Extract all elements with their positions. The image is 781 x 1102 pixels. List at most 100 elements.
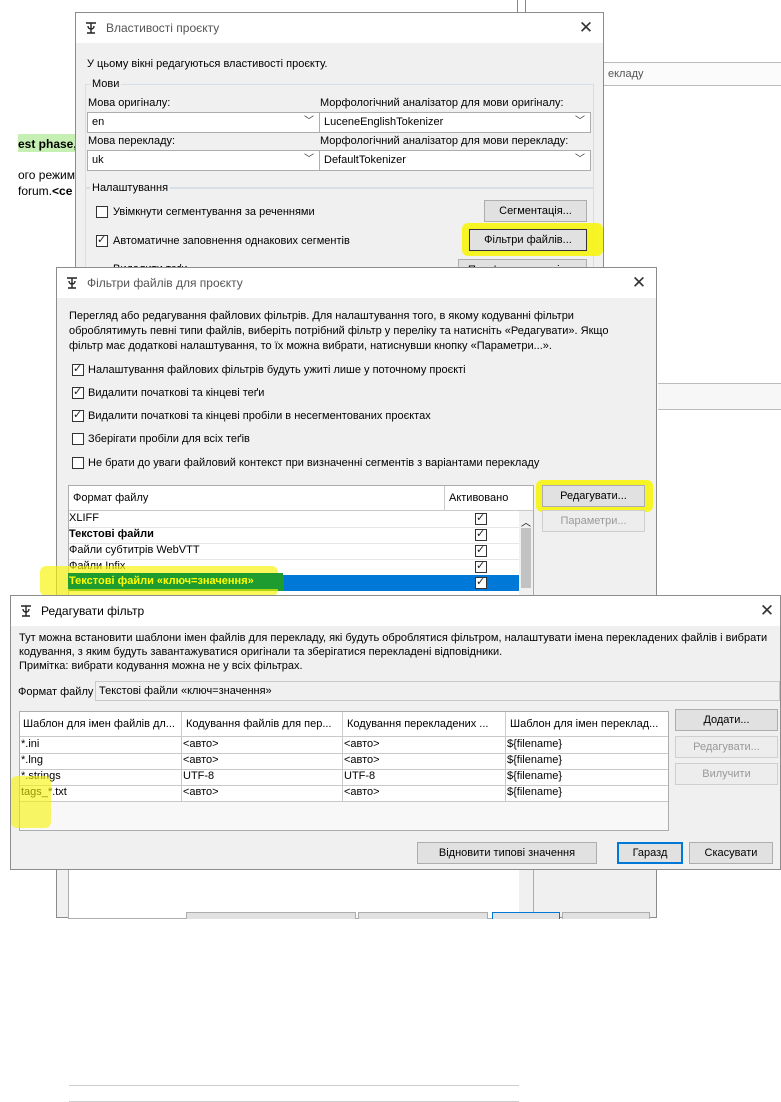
table-row[interactable]: Текстові файли bbox=[69, 527, 519, 544]
option-checkbox-1[interactable] bbox=[72, 385, 84, 399]
edit-pattern-button[interactable]: Редагувати... bbox=[675, 736, 778, 758]
table-body: *.ini <авто> <авто> ${filename} *.lng <а… bbox=[20, 737, 668, 802]
bg-text-1: est phase, bbox=[18, 137, 77, 151]
column-divider bbox=[181, 712, 182, 737]
row-enabled-checkbox[interactable] bbox=[475, 575, 487, 589]
scroll-up-icon[interactable]: ︿ bbox=[521, 514, 531, 529]
source-tokenizer-label: Морфологічний аналізатор для мови оригін… bbox=[320, 97, 564, 109]
dialog-title: Редагувати фільтр bbox=[41, 604, 145, 618]
table-row[interactable]: *.strings UTF-8 UTF-8 ${filename} bbox=[20, 769, 668, 786]
column-divider bbox=[444, 486, 445, 511]
column-header-1[interactable]: Кодування файлів для пер... bbox=[186, 712, 343, 736]
dialog-title: Фільтри файлів для проєкту bbox=[87, 276, 243, 290]
sentence-seg-checkbox[interactable] bbox=[96, 206, 108, 218]
file-filters-button[interactable]: Фільтри файлів... bbox=[469, 229, 587, 251]
cell: ${filename} bbox=[507, 786, 563, 798]
description-line-3: фільтр має додаткові налаштування, то їх… bbox=[69, 340, 552, 352]
auto-fill-checkbox[interactable] bbox=[96, 233, 108, 247]
chevron-down-icon: ﹀ bbox=[304, 116, 314, 127]
table-row[interactable]: Файли субтитрів WebVTT bbox=[69, 543, 519, 560]
table-row[interactable]: XLIFF bbox=[69, 511, 519, 528]
format-value: Текстові файли «ключ=значення» bbox=[99, 685, 272, 697]
row-enabled-checkbox[interactable] bbox=[475, 511, 487, 525]
target-lang-select[interactable]: uk ﹀ bbox=[87, 150, 320, 171]
sentence-seg-label: Увімкнути сегментування за реченнями bbox=[113, 206, 315, 218]
add-button[interactable]: Додати... bbox=[675, 709, 778, 731]
patterns-table: Шаблон для імен файлів дл... Кодування ф… bbox=[19, 711, 669, 831]
option-checkbox-3[interactable] bbox=[72, 433, 84, 445]
chevron-down-icon: ﹀ bbox=[575, 154, 585, 165]
row-enabled-checkbox[interactable] bbox=[475, 559, 487, 573]
auto-fill-label: Автоматичне заповнення однакових сегмент… bbox=[113, 235, 350, 247]
scroll-thumb[interactable] bbox=[521, 528, 531, 588]
description-line-1: Перегляд або редагування файлових фільтр… bbox=[69, 310, 574, 322]
description-line-2: оброблятимуть певні типи файлів, виберіт… bbox=[69, 325, 609, 337]
column-divider bbox=[181, 737, 182, 801]
table-row[interactable]: tags_*.txt <авто> <авто> ${filename} bbox=[20, 785, 668, 802]
format-field: Текстові файли «ключ=значення» bbox=[95, 681, 780, 701]
row-name: Текстові файли bbox=[69, 528, 154, 540]
delete-button[interactable]: Вилучити bbox=[675, 763, 778, 785]
format-label: Формат файлу bbox=[18, 686, 94, 698]
option-label-3: Зберігати пробіли для всіх теґів bbox=[88, 433, 250, 445]
option-checkbox-2[interactable] bbox=[72, 408, 84, 422]
description-line-2: кодування, з яким будуть завантажуватися… bbox=[19, 646, 503, 658]
table-row[interactable]: *.ini <авто> <авто> ${filename} bbox=[20, 737, 668, 754]
column-divider bbox=[342, 737, 343, 801]
source-lang-label: Мова оригіналу: bbox=[88, 97, 171, 109]
option-checkbox-0[interactable] bbox=[72, 362, 84, 376]
column-divider bbox=[505, 737, 506, 801]
table-header: Формат файлу Активовано bbox=[69, 486, 533, 511]
cancel-button[interactable]: Скасувати bbox=[689, 842, 773, 864]
cell: <авто> bbox=[344, 738, 380, 750]
cell: ${filename} bbox=[507, 754, 563, 766]
settings-group-label: Налаштування bbox=[90, 182, 171, 194]
segmentation-button[interactable]: Сегментація... bbox=[484, 200, 587, 222]
source-lang-select[interactable]: en ﹀ bbox=[87, 112, 320, 133]
row-enabled-checkbox[interactable] bbox=[475, 543, 487, 557]
edit-button[interactable]: Редагувати... bbox=[542, 485, 645, 507]
cell: <авто> bbox=[344, 754, 380, 766]
bg-panel-right-lower bbox=[658, 383, 781, 410]
column-header-0[interactable]: Шаблон для імен файлів дл... bbox=[23, 712, 180, 736]
dialog-description: У цьому вікні редагуються властивості пр… bbox=[87, 58, 328, 70]
bg-right-label: екладу bbox=[608, 68, 644, 80]
source-tokenizer-select[interactable]: LuceneEnglishTokenizer ﹀ bbox=[319, 112, 591, 133]
target-tokenizer-select[interactable]: DefaultTokenizer ﹀ bbox=[319, 150, 591, 171]
selected-row-text: Текстові файли «ключ=значення» bbox=[69, 575, 254, 587]
column-header-3[interactable]: Шаблон для імен переклад... bbox=[510, 712, 667, 736]
option-label-0: Налаштування файлових фільтрів будуть уж… bbox=[88, 364, 466, 376]
target-lang-label: Мова перекладу: bbox=[88, 135, 176, 147]
cell: UTF-8 bbox=[344, 770, 376, 782]
cell: ${filename} bbox=[507, 770, 563, 782]
languages-group-label: Мови bbox=[90, 78, 122, 90]
title-bar: Властивості проєкту ✕ bbox=[76, 13, 603, 43]
close-icon[interactable]: ✕ bbox=[756, 600, 778, 622]
close-icon[interactable]: ✕ bbox=[575, 17, 597, 39]
title-bar: Редагувати фільтр ✕ bbox=[11, 596, 780, 626]
column-format[interactable]: Формат файлу bbox=[73, 486, 148, 510]
option-label-4: Не брати до уваги файловий контекст при … bbox=[88, 457, 540, 469]
row-enabled-checkbox[interactable] bbox=[475, 527, 487, 541]
close-icon[interactable]: ✕ bbox=[628, 272, 650, 294]
column-divider bbox=[342, 712, 343, 737]
target-tokenizer-label: Морфологічний аналізатор для мови перекл… bbox=[320, 135, 569, 147]
omegat-icon bbox=[67, 277, 77, 289]
table-row[interactable]: *.lng <авто> <авто> ${filename} bbox=[20, 753, 668, 770]
omegat-icon bbox=[86, 22, 96, 34]
column-enabled[interactable]: Активовано bbox=[449, 486, 508, 510]
omegat-icon bbox=[21, 605, 31, 617]
reset-defaults-button[interactable]: Відновити типові значення bbox=[417, 842, 597, 864]
dialog-title: Властивості проєкту bbox=[106, 21, 220, 35]
params-button[interactable]: Параметри... bbox=[542, 510, 645, 532]
row-name: XLIFF bbox=[69, 512, 99, 524]
description-line-1: Тут можна встановити шаблони імен файлів… bbox=[19, 632, 768, 644]
project-properties-dialog: Властивості проєкту ✕ У цьому вікні реда… bbox=[75, 12, 604, 281]
column-header-2[interactable]: Кодування перекладених ... bbox=[347, 712, 504, 736]
ok-button[interactable]: Гаразд bbox=[617, 842, 683, 864]
cell: <авто> bbox=[183, 738, 219, 750]
cell: *.ini bbox=[21, 738, 40, 750]
title-bar: Фільтри файлів для проєкту ✕ bbox=[57, 268, 656, 298]
pattern-highlight bbox=[11, 776, 51, 828]
option-checkbox-4[interactable] bbox=[72, 457, 84, 469]
